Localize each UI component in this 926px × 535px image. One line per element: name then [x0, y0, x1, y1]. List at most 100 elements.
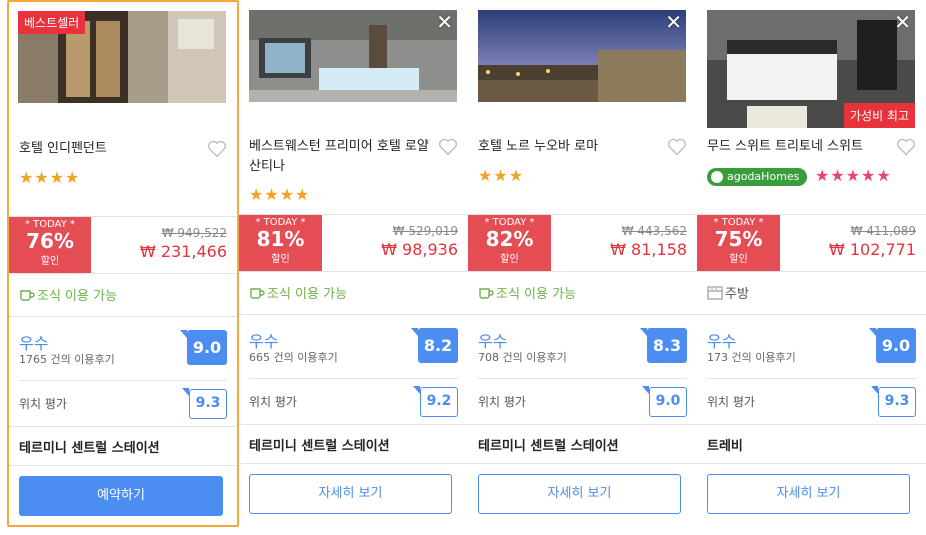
nearby-landmark: 테르미니 센트럴 스테이션 [478, 439, 619, 454]
divider [19, 380, 227, 381]
star-rating: ★★★ [478, 166, 525, 185]
close-icon[interactable]: ✕ [894, 12, 911, 32]
divider [239, 314, 468, 315]
bestseller-badge: 베스트셀러 [18, 11, 86, 34]
hotel-name[interactable]: 호텔 노르 누오바 로마 [478, 137, 663, 157]
amenity-label: 조식 이용 가능 [267, 287, 348, 302]
discount-percent: 76% [26, 229, 74, 253]
book-button[interactable]: 예약하기 [19, 476, 223, 516]
location-score: 9.2 [413, 386, 458, 417]
heart-icon[interactable] [207, 140, 227, 158]
divider [697, 271, 926, 272]
discount-label: 할인 [500, 254, 519, 265]
hotel-photo[interactable]: ✕ [249, 10, 457, 128]
star-rating: ★★★★★ [815, 166, 892, 185]
divider [697, 424, 926, 425]
agoda-homes-label: agodaHomes [727, 170, 800, 183]
today-deal-badge: * TODAY * 76% 할인 [9, 217, 91, 273]
divider [468, 314, 697, 315]
divider [239, 424, 468, 425]
discount-label: 할인 [40, 256, 60, 267]
today-deal-badge: * TODAY * 81% 할인 [239, 215, 322, 271]
location-score: 9.3 [182, 388, 227, 419]
hotel-name[interactable]: 호텔 인디펜던트 [19, 139, 204, 159]
review-count[interactable]: 708 건의 이용후기 [478, 349, 567, 365]
view-details-button[interactable]: 자세히 보기 [707, 474, 910, 514]
agoda-homes-badge: agodaHomes [707, 168, 808, 186]
location-label: 위치 평가 [478, 395, 526, 409]
cup-icon [250, 288, 265, 299]
location-label: 위치 평가 [19, 397, 67, 411]
sale-price[interactable]: ₩ 98,936 [381, 240, 458, 259]
nearby-landmark: 트레비 [707, 439, 743, 454]
divider [468, 463, 697, 464]
heart-icon[interactable] [896, 138, 916, 156]
original-price: ₩ 443,562 [621, 224, 687, 238]
original-price: ₩ 529,019 [392, 224, 458, 238]
hotel-card-mood-suites[interactable]: ✕ 가성비 최고 무드 스위트 트리토네 스위트 agodaHomes ★★★★… [697, 0, 926, 525]
hotel-card-nord-nuova-roma[interactable]: ✕ 호텔 노르 누오바 로마 ★★★ * TODAY * 82% 할인 ₩ 44… [468, 0, 698, 525]
sale-price[interactable]: ₩ 81,158 [610, 240, 687, 259]
home-icon [711, 171, 723, 183]
review-score: 9.0 [869, 328, 916, 363]
location-score: 9.0 [642, 386, 687, 417]
sale-price[interactable]: ₩ 102,771 [829, 240, 916, 259]
nearby-landmark: 테르미니 센트럴 스테이션 [19, 441, 160, 456]
location-label: 위치 평가 [249, 395, 297, 409]
discount-label: 할인 [729, 254, 748, 265]
divider [468, 424, 697, 425]
hotel-photo[interactable]: ✕ 가성비 최고 [707, 10, 915, 128]
best-value-badge: 가성비 최고 [843, 103, 915, 128]
discount-label: 할인 [271, 254, 290, 265]
hotel-card-independent[interactable]: 베스트셀러 호텔 인디펜던트 ★★★★ * TODAY * 76% 할인 ₩ 9… [7, 0, 239, 527]
location-score: 9.3 [871, 386, 916, 417]
amenity-label: 조식 이용 가능 [496, 287, 577, 302]
divider [468, 271, 697, 272]
divider [239, 463, 468, 464]
divider [9, 465, 237, 466]
star-rating: ★★★★ [19, 168, 81, 187]
heart-icon[interactable] [438, 138, 458, 156]
hotel-photo[interactable]: 베스트셀러 [18, 11, 226, 129]
amenity-label: 조식 이용 가능 [37, 289, 118, 304]
close-icon[interactable]: ✕ [436, 12, 453, 32]
divider [9, 273, 237, 274]
review-count[interactable]: 1765 건의 이용후기 [19, 351, 115, 367]
nearby-landmark: 테르미니 센트럴 스테이션 [249, 439, 390, 454]
review-count[interactable]: 173 건의 이용후기 [707, 349, 796, 365]
discount-percent: 82% [485, 227, 534, 251]
star-rating: ★★★★ [249, 185, 311, 204]
hotel-photo[interactable]: ✕ [478, 10, 686, 128]
review-count[interactable]: 665 건의 이용후기 [249, 349, 338, 365]
cup-icon [20, 290, 35, 301]
amenity-breakfast: 조식 이용 가능 [249, 283, 347, 302]
divider [9, 316, 237, 317]
location-label: 위치 평가 [707, 395, 755, 409]
divider [249, 378, 458, 379]
divider [9, 426, 237, 427]
discount-percent: 75% [714, 227, 763, 251]
heart-icon[interactable] [667, 138, 687, 156]
review-score: 9.0 [180, 330, 227, 365]
view-details-button[interactable]: 자세히 보기 [249, 474, 452, 514]
amenity-kitchen: 주방 [707, 283, 749, 302]
hotel-name[interactable]: 베스트웨스턴 프리미어 호텔 로얄 산티나 [249, 137, 434, 177]
divider [239, 271, 468, 272]
kitchen-icon [707, 286, 723, 300]
sale-price[interactable]: ₩ 231,466 [140, 242, 227, 261]
discount-percent: 81% [256, 227, 305, 251]
hotel-card-best-western[interactable]: ✕ 베스트웨스턴 프리미어 호텔 로얄 산티나 ★★★★ * TODAY * 8… [239, 0, 469, 525]
close-icon[interactable]: ✕ [665, 12, 682, 32]
hotel-name[interactable]: 무드 스위트 트리토네 스위트 [707, 137, 892, 157]
review-score: 8.2 [411, 328, 458, 363]
divider [478, 378, 687, 379]
amenity-label: 주방 [725, 287, 749, 302]
original-price: ₩ 411,089 [850, 224, 916, 238]
review-score: 8.3 [640, 328, 687, 363]
view-details-button[interactable]: 자세히 보기 [478, 474, 681, 514]
amenity-breakfast: 조식 이용 가능 [19, 285, 117, 304]
divider [707, 378, 916, 379]
today-deal-badge: * TODAY * 75% 할인 [697, 215, 780, 271]
cup-icon [479, 288, 494, 299]
today-deal-badge: * TODAY * 82% 할인 [468, 215, 551, 271]
